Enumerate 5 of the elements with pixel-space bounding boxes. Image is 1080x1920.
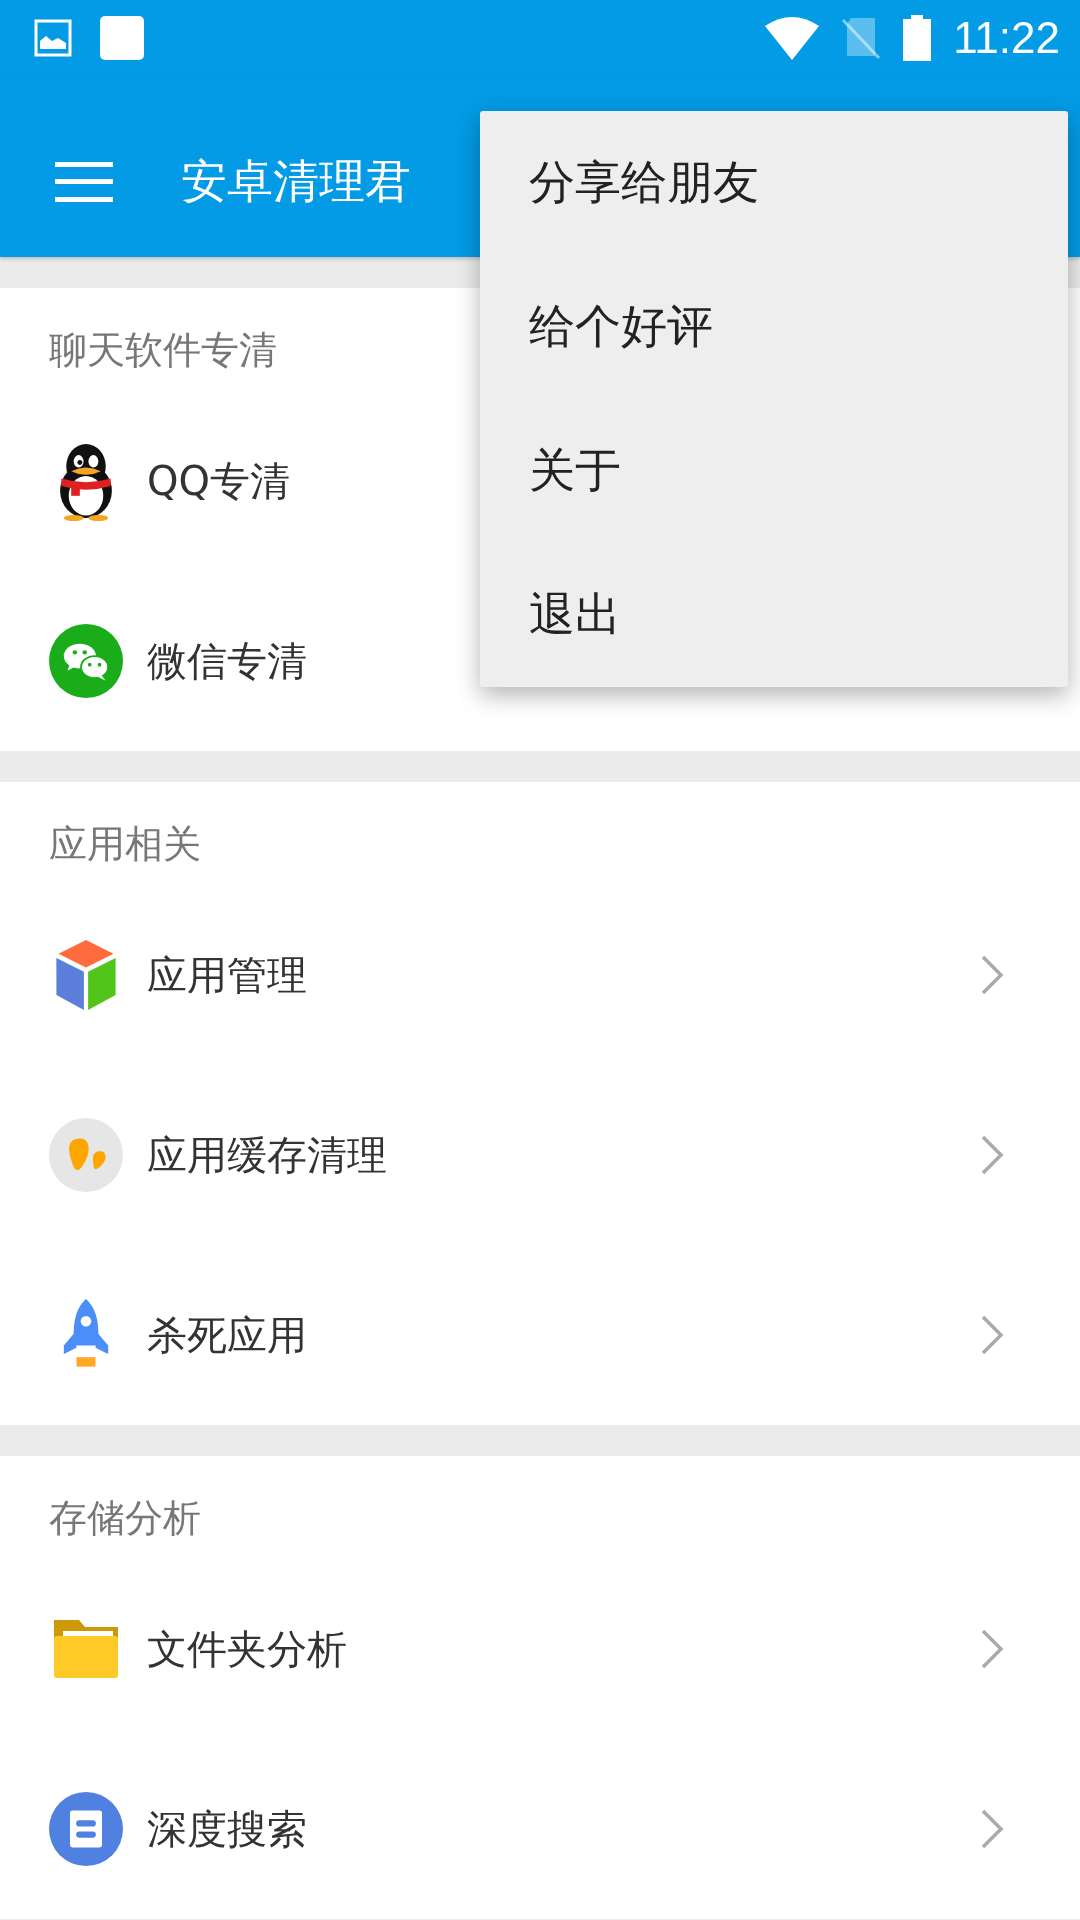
section-title: 应用相关 [49, 822, 201, 866]
clock: 11:22 [953, 13, 1060, 63]
section-title: 聊天软件专清 [49, 328, 277, 372]
section-title: 存储分析 [49, 1496, 201, 1540]
app-title: 安卓清理君 [181, 152, 411, 210]
